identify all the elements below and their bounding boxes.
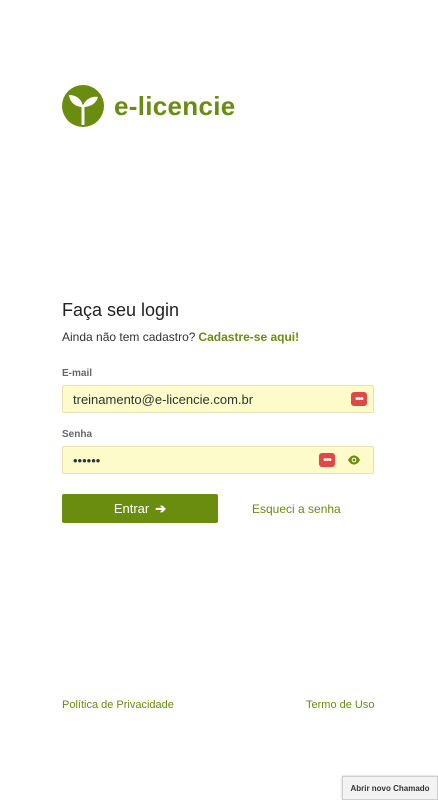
- privacy-policy-link[interactable]: Política de Privacidade: [62, 699, 174, 711]
- signup-prompt-text: Ainda não tem cadastro?: [62, 330, 196, 344]
- brand-logo: e-licencie: [62, 85, 236, 127]
- password-value: ••••••: [73, 452, 101, 468]
- email-value: treinamento@e-licencie.com.br: [73, 391, 254, 407]
- terms-of-use-link[interactable]: Termo de Uso: [306, 699, 374, 711]
- leaf-logo-icon: [62, 85, 104, 127]
- eye-icon[interactable]: [347, 455, 361, 465]
- page-title: Faça seu login: [62, 300, 180, 320]
- email-field[interactable]: treinamento@e-licencie.com.br •••: [62, 385, 374, 413]
- login-button[interactable]: Entrar ➔: [62, 494, 218, 523]
- brand-name: e-licencie: [114, 90, 236, 121]
- password-manager-icon[interactable]: •••: [319, 453, 335, 467]
- open-ticket-button[interactable]: Abrir novo Chamado: [342, 776, 438, 800]
- password-manager-icon[interactable]: •••: [351, 392, 367, 406]
- login-button-label: Entrar: [113, 501, 150, 516]
- signup-link[interactable]: Cadastre-se aqui!: [198, 330, 299, 344]
- forgot-password-link[interactable]: Esqueci a senha: [252, 502, 341, 516]
- signup-prompt: Ainda não tem cadastro? Cadastre-se aqui!: [62, 330, 299, 344]
- password-label: Senha: [62, 429, 93, 440]
- email-label: E-mail: [62, 368, 93, 379]
- password-field[interactable]: •••••• •••: [62, 446, 374, 474]
- arrow-right-icon: ➔: [155, 500, 167, 516]
